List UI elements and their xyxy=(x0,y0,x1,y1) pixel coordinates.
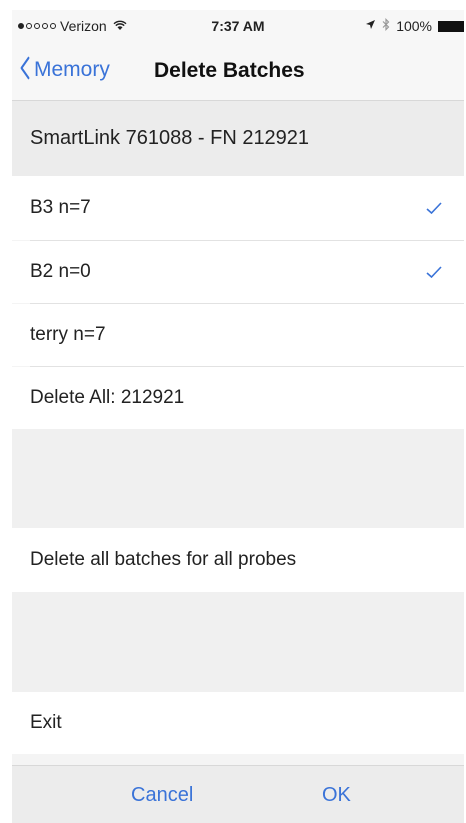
location-arrow-icon xyxy=(365,19,376,33)
checkmark-icon xyxy=(426,197,442,220)
status-bar: Verizon 7:37 AM 100% xyxy=(12,10,464,44)
batch-label: B2 n=0 xyxy=(30,261,91,282)
chevron-left-icon xyxy=(20,56,30,84)
back-button-label: Memory xyxy=(34,58,110,81)
bluetooth-icon xyxy=(382,18,390,34)
batch-label: terry n=7 xyxy=(30,324,106,345)
back-button[interactable]: Memory xyxy=(18,56,110,84)
batch-row-b2[interactable]: B2 n=0 xyxy=(12,241,464,303)
ok-button[interactable]: OK xyxy=(322,784,351,807)
exit-label: Exit xyxy=(30,712,62,733)
section-gap xyxy=(12,429,464,528)
navigation-bar: Memory Delete Batches xyxy=(12,44,464,101)
page-title: Delete Batches xyxy=(154,59,305,82)
batch-row-b3[interactable]: B3 n=7 xyxy=(12,176,464,240)
delete-all-row[interactable]: Delete All: 212921 xyxy=(12,367,464,429)
cancel-button[interactable]: Cancel xyxy=(131,784,193,807)
delete-all-label: Delete All: 212921 xyxy=(30,387,185,408)
device-header: SmartLink 761088 - FN 212921 xyxy=(12,101,464,176)
app-screen: Verizon 7:37 AM 100% Memory Delete Batch… xyxy=(12,10,464,823)
delete-all-probes-row[interactable]: Delete all batches for all probes xyxy=(12,528,464,592)
exit-row[interactable]: Exit xyxy=(12,692,464,754)
device-header-label: SmartLink 761088 - FN 212921 xyxy=(30,127,310,149)
bottom-action-bar: Cancel OK xyxy=(12,765,464,823)
delete-all-probes-label: Delete all batches for all probes xyxy=(30,549,297,570)
section-gap xyxy=(12,592,464,692)
battery-icon xyxy=(438,20,464,32)
checkmark-icon xyxy=(426,261,442,284)
batch-row-terry[interactable]: terry n=7 xyxy=(12,304,464,366)
battery-percent: 100% xyxy=(396,18,432,34)
batch-label: B3 n=7 xyxy=(30,197,91,218)
status-right-group: 100% xyxy=(365,18,464,34)
